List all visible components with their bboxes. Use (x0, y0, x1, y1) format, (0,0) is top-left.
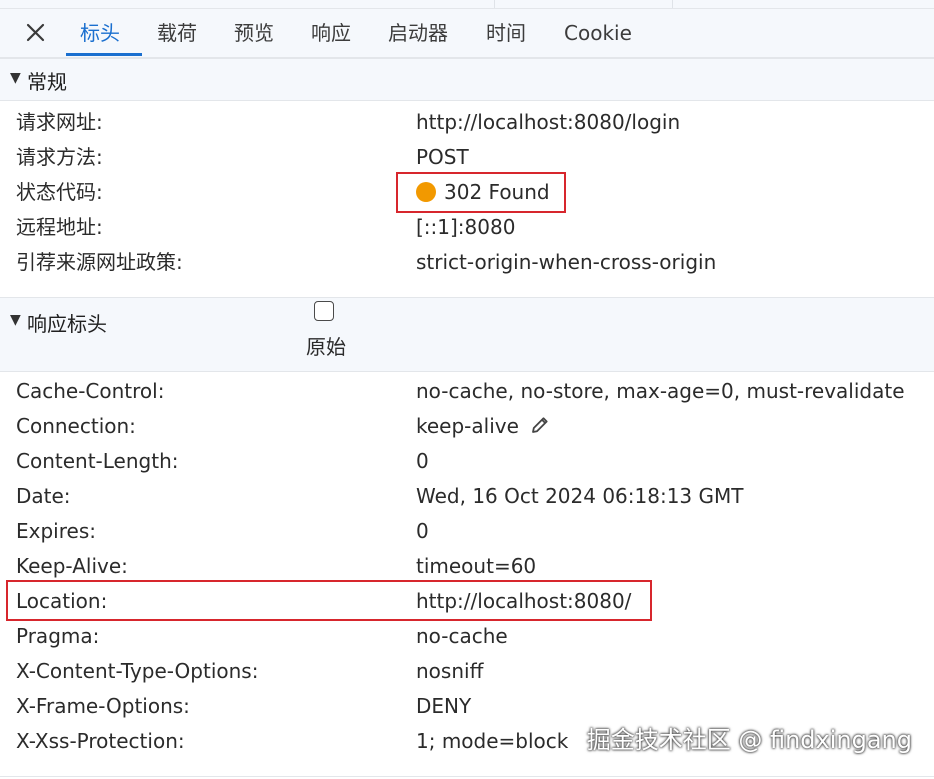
header-value: keep-alive (416, 414, 519, 438)
general-row-remote-address: 远程地址: [::1]:8080 (0, 210, 934, 245)
section-header-general[interactable]: ▼ 常规 (0, 58, 934, 101)
general-row-request-method: 请求方法: POST (0, 140, 934, 175)
header-value: nosniff (416, 659, 484, 683)
response-header-row: X-Frame-Options: DENY (0, 689, 934, 724)
response-header-row: Keep-Alive: timeout=60 (0, 549, 934, 584)
collapse-triangle-icon: ▼ (10, 70, 21, 86)
header-value: strict-origin-when-cross-origin (416, 250, 717, 274)
header-key: 状态代码: (16, 180, 103, 204)
raw-headers-label: 原始 (306, 335, 346, 359)
tab-payload[interactable]: 载荷 (157, 18, 197, 48)
header-value: http://localhost:8080/login (416, 110, 681, 134)
tab-preview[interactable]: 预览 (234, 18, 274, 48)
response-header-row: Cache-Control: no-cache, no-store, max-a… (0, 374, 934, 409)
collapse-triangle-icon: ▼ (10, 312, 21, 328)
response-header-row: Expires: 0 (0, 514, 934, 549)
section-title: 响应标头 (27, 312, 107, 336)
header-value: 0 (416, 449, 429, 473)
header-key: Location: (16, 589, 108, 613)
header-key: X-Content-Type-Options: (16, 659, 259, 683)
header-value: timeout=60 (416, 554, 537, 578)
header-value: http://localhost:8080/ (416, 589, 632, 613)
section-header-response-headers[interactable]: ▼ 响应标头 (0, 297, 934, 372)
response-header-row: Pragma: no-cache (0, 619, 934, 654)
raw-headers-checkbox[interactable] (314, 301, 334, 321)
active-tab-indicator (66, 53, 142, 56)
watermark: 掘金技术社区 @ findxingang (586, 726, 912, 754)
tab-response[interactable]: 响应 (311, 18, 351, 48)
status-dot-icon (416, 182, 436, 202)
tab-bar-top-strip (0, 0, 934, 9)
header-value: [::1]:8080 (416, 215, 516, 239)
header-value: no-cache, no-store, max-age=0, must-reva… (416, 379, 905, 403)
response-header-row: Content-Length: 0 (0, 444, 934, 479)
header-value: 0 (416, 519, 429, 543)
header-key: Connection: (16, 414, 136, 438)
close-icon[interactable] (22, 19, 50, 47)
header-value: DENY (416, 694, 472, 718)
divider (494, 0, 495, 8)
tab-initiator[interactable]: 启动器 (388, 18, 448, 48)
general-row-referrer-policy: 引荐来源网址政策: strict-origin-when-cross-origi… (0, 245, 934, 280)
header-key: 请求方法: (16, 145, 103, 169)
header-value-status: 302 Found (416, 175, 550, 210)
divider (0, 776, 934, 777)
header-key: Expires: (16, 519, 96, 543)
header-value-editable: keep-alive (416, 409, 551, 447)
response-header-row: Date: Wed, 16 Oct 2024 06:18:13 GMT (0, 479, 934, 514)
tab-bar: 标头 载荷 预览 响应 启动器 时间 Cookie (0, 0, 934, 58)
tab-headers[interactable]: 标头 (80, 18, 120, 48)
header-key: Content-Length: (16, 449, 179, 473)
devtools-headers-panel: 标头 载荷 预览 响应 启动器 时间 Cookie ▼ 常规 请求网址: htt… (0, 0, 934, 779)
tab-timing[interactable]: 时间 (486, 18, 526, 48)
header-value: Wed, 16 Oct 2024 06:18:13 GMT (416, 484, 744, 508)
response-header-row: Location: http://localhost:8080/ (0, 584, 934, 619)
divider (672, 0, 673, 8)
tab-cookies[interactable]: Cookie (564, 18, 632, 48)
response-header-row: Connection: keep-alive (0, 409, 934, 444)
header-key: 请求网址: (16, 110, 103, 134)
header-key: Pragma: (16, 624, 100, 648)
header-value: 1; mode=block (416, 729, 569, 753)
header-value: no-cache (416, 624, 508, 648)
general-row-status-code: 状态代码: 302 Found (0, 175, 934, 210)
response-header-row: X-Content-Type-Options: nosniff (0, 654, 934, 689)
header-key: Date: (16, 484, 71, 508)
header-value: POST (416, 145, 469, 169)
header-key: X-Xss-Protection: (16, 729, 185, 753)
header-key: Cache-Control: (16, 379, 165, 403)
general-row-request-url: 请求网址: http://localhost:8080/login (0, 105, 934, 140)
header-key: Keep-Alive: (16, 554, 128, 578)
header-key: X-Frame-Options: (16, 694, 190, 718)
pencil-icon[interactable] (529, 412, 551, 447)
header-key: 引荐来源网址政策: (16, 250, 183, 274)
header-key: 远程地址: (16, 215, 103, 239)
status-text: 302 Found (444, 180, 550, 204)
section-title: 常规 (27, 70, 67, 94)
